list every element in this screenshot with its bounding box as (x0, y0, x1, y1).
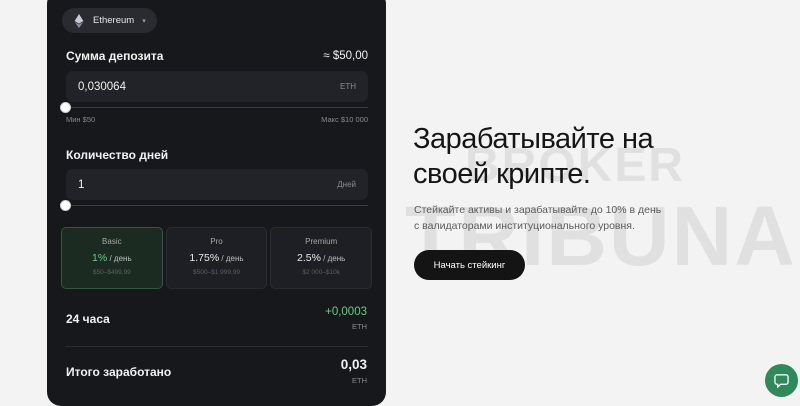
deposit-input[interactable]: 0,030064 ETH (66, 71, 368, 102)
plan-name: Premium (305, 237, 338, 246)
token-label: Ethereum (93, 15, 135, 26)
plan-rate: 1.75% / день (189, 252, 244, 264)
deposit-max-label: Макс $10 000 (321, 115, 368, 124)
deposit-slider-thumb[interactable] (61, 103, 70, 112)
days-unit: Дней (337, 180, 356, 189)
deposit-usd-value: ≈ $50,00 (323, 50, 368, 62)
plan-range: $50–$499,99 (92, 269, 131, 276)
plan-premium[interactable]: Premium 2.5% / день $2 000–$10k (270, 227, 373, 289)
plan-rate: 2.5% / день (297, 252, 346, 264)
days-input-value: 1 (78, 178, 85, 191)
chat-icon (774, 374, 789, 388)
plan-name: Pro (210, 237, 223, 246)
plan-basic[interactable]: Basic 1% / день $50–$499,99 (61, 227, 163, 289)
profit-unit: ETH (352, 322, 367, 331)
days-label: Количество дней (66, 148, 169, 162)
deposit-slider-track[interactable] (66, 107, 368, 108)
token-select[interactable]: Ethereum ▾ (62, 8, 157, 33)
days-slider-thumb[interactable] (61, 201, 70, 210)
plan-selector: Basic 1% / день $50–$499,99 Pro 1.75% / … (61, 227, 373, 289)
plan-range: $500–$1 999,99 (193, 269, 240, 276)
plan-rate: 1% / день (92, 252, 132, 264)
days-input[interactable]: 1 Дней (66, 169, 368, 200)
days-slider-track[interactable] (66, 205, 368, 206)
deposit-min-label: Мин $50 (66, 115, 96, 124)
deposit-unit: ETH (340, 82, 356, 91)
chevron-down-icon: ▾ (142, 17, 146, 25)
total-value: 0,03 (340, 357, 367, 372)
deposit-label: Сумма депозита (66, 49, 164, 63)
start-staking-button[interactable]: Начать стейкинг (414, 250, 525, 280)
total-label: Итого заработано (66, 365, 172, 379)
profit-period-label: 24 часа (66, 312, 110, 326)
divider (65, 346, 368, 347)
deposit-input-value: 0,030064 (78, 80, 126, 93)
plan-pro[interactable]: Pro 1.75% / день $500–$1 999,99 (165, 227, 268, 289)
profit-value: +0,0003 (325, 306, 367, 318)
ethereum-icon (74, 13, 84, 28)
hero-description: Стейкайте активы и зарабатывайте до 10% … (414, 204, 662, 232)
staking-calculator-card: Ethereum ▾ Сумма депозита ≈ $50,00 0,030… (47, 0, 386, 406)
total-unit: ETH (352, 376, 367, 385)
plan-range: $2 000–$10k (302, 269, 340, 276)
plan-name: Basic (102, 237, 122, 246)
chat-button[interactable] (765, 364, 798, 397)
hero-title: Зарабатывайте на своей крипте. (413, 123, 654, 190)
